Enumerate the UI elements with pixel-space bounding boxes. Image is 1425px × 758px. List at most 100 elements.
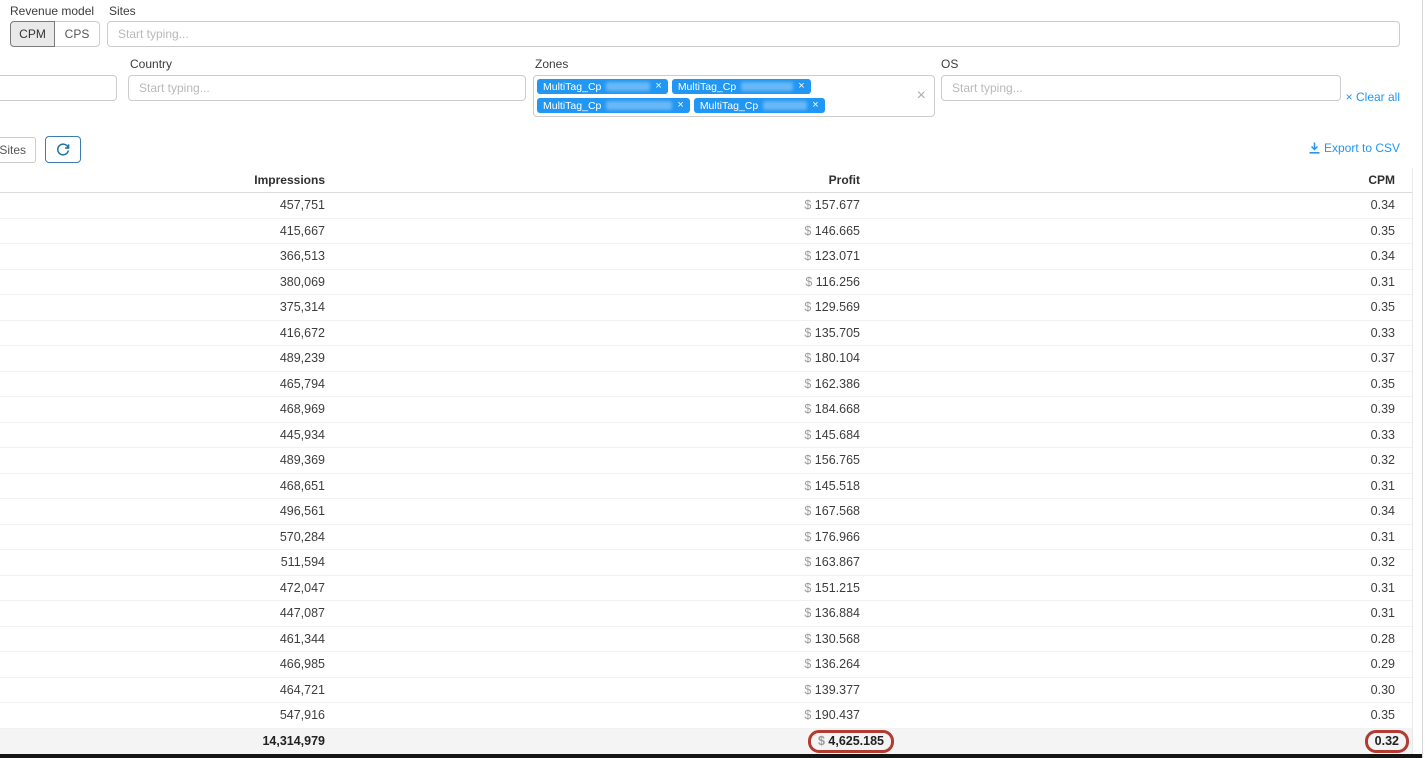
cell-impressions: 468,969 (0, 402, 325, 416)
table-row: 468,651$ 145.5180.31 (0, 474, 1412, 500)
total-cpm: 0.32 (1375, 734, 1399, 748)
chip-remove-icon[interactable]: × (798, 81, 804, 92)
currency-symbol: $ (804, 657, 811, 671)
cell-profit: $ 139.377 (325, 683, 860, 697)
zones-chip-area: MultiTag_Cp×MultiTag_Cp×MultiTag_Cp×Mult… (537, 79, 908, 113)
cell-impressions: 447,087 (0, 606, 325, 620)
currency-symbol: $ (804, 249, 811, 263)
cell-cpm: 0.30 (860, 683, 1395, 697)
cell-cpm: 0.32 (860, 555, 1395, 569)
os-label: OS (941, 57, 958, 71)
cell-profit: $ 176.966 (325, 530, 860, 544)
clear-all-link[interactable]: × Clear all (1346, 90, 1400, 104)
currency-symbol: $ (804, 555, 811, 569)
cell-profit: $ 157.677 (325, 198, 860, 212)
export-to-csv-link[interactable]: Export to CSV (1309, 141, 1400, 155)
clear-all-x-icon: × (1346, 90, 1353, 104)
table-row: 447,087$ 136.8840.31 (0, 601, 1412, 627)
country-label: Country (130, 57, 172, 71)
table-right-border (1412, 168, 1413, 754)
table-header-row: Impressions Profit CPM (0, 168, 1412, 193)
cell-impressions: 366,513 (0, 249, 325, 263)
cell-profit: $ 129.569 (325, 300, 860, 314)
currency-symbol: $ (804, 581, 811, 595)
table-row: 511,594$ 163.8670.32 (0, 550, 1412, 576)
cell-profit: $ 184.668 (325, 402, 860, 416)
revenue-model-label: Revenue model (10, 4, 94, 18)
currency-symbol: $ (804, 708, 811, 722)
table-row: 445,934$ 145.6840.33 (0, 423, 1412, 449)
cell-profit: $ 146.665 (325, 224, 860, 238)
zone-chip-label: MultiTag_Cp (543, 81, 601, 93)
cell-impressions: 466,985 (0, 657, 325, 671)
table-row: 465,794$ 162.3860.35 (0, 372, 1412, 398)
cell-profit: $ 130.568 (325, 632, 860, 646)
cell-impressions: 415,667 (0, 224, 325, 238)
revenue-model-toggle: CPM CPS (10, 21, 100, 47)
sites-input[interactable] (107, 21, 1400, 47)
cpm-toggle-button[interactable]: CPM (10, 21, 55, 47)
download-icon (1309, 142, 1320, 154)
currency-symbol: $ (804, 606, 811, 620)
zones-clear-icon[interactable]: × (917, 88, 926, 104)
cell-impressions: 465,794 (0, 377, 325, 391)
zone-chip-redacted-text (606, 101, 672, 110)
currency-symbol: $ (804, 479, 811, 493)
zone-chip-label: MultiTag_Cp (678, 81, 736, 93)
cell-cpm: 0.31 (860, 530, 1395, 544)
sites-tab-button[interactable]: Sites (0, 137, 36, 163)
cell-cpm: 0.37 (860, 351, 1395, 365)
table-body: 457,751$ 157.6770.34415,667$ 146.6650.35… (0, 193, 1412, 729)
cell-cpm: 0.29 (860, 657, 1395, 671)
annotation-profit-total: $ 4,625.185 (808, 730, 894, 753)
zone-chip[interactable]: MultiTag_Cp× (694, 98, 825, 113)
chip-remove-icon[interactable]: × (812, 100, 818, 111)
country-input[interactable] (128, 75, 526, 101)
currency-symbol: $ (804, 300, 811, 314)
annotation-cpm-total: 0.32 (1365, 730, 1409, 753)
currency-symbol: $ (804, 632, 811, 646)
cell-profit: $ 136.264 (325, 657, 860, 671)
page-right-edge (1422, 0, 1423, 758)
cell-impressions: 464,721 (0, 683, 325, 697)
currency-symbol: $ (804, 683, 811, 697)
table-row: 415,667$ 146.6650.35 (0, 219, 1412, 245)
currency-symbol: $ (804, 504, 811, 518)
refresh-button[interactable] (45, 136, 81, 163)
table-row: 547,916$ 190.4370.35 (0, 703, 1412, 729)
sites-label: Sites (109, 4, 136, 18)
statistics-page: Revenue model CPM CPS Sites Country Zone… (0, 0, 1425, 758)
cell-cpm: 0.33 (860, 326, 1395, 340)
cell-profit: $ 167.568 (325, 504, 860, 518)
cell-profit: $ 163.867 (325, 555, 860, 569)
left-cropped-input[interactable] (0, 75, 117, 101)
cps-toggle-button[interactable]: CPS (55, 21, 100, 47)
cell-cpm: 0.33 (860, 428, 1395, 442)
cell-impressions: 380,069 (0, 275, 325, 289)
table-row: 489,239$ 180.1040.37 (0, 346, 1412, 372)
chip-remove-icon[interactable]: × (677, 100, 683, 111)
cell-impressions: 375,314 (0, 300, 325, 314)
cell-profit: $ 123.071 (325, 249, 860, 263)
os-input[interactable] (941, 75, 1341, 101)
cell-impressions: 468,651 (0, 479, 325, 493)
zone-chip[interactable]: MultiTag_Cp × (672, 79, 811, 94)
zone-chip-redacted-text (741, 82, 793, 91)
table-row: 380,069$ 116.2560.31 (0, 270, 1412, 296)
cell-impressions: 489,239 (0, 351, 325, 365)
zone-chip[interactable]: MultiTag_Cp × (537, 79, 668, 94)
cell-profit: $ 136.884 (325, 606, 860, 620)
zones-multiselect[interactable]: MultiTag_Cp×MultiTag_Cp×MultiTag_Cp×Mult… (533, 75, 935, 117)
cell-profit: $ 135.705 (325, 326, 860, 340)
zone-chip[interactable]: MultiTag_Cp× (537, 98, 690, 113)
table-row: 366,513$ 123.0710.34 (0, 244, 1412, 270)
clear-all-label: Clear all (1356, 90, 1400, 104)
chip-remove-icon[interactable]: × (655, 81, 661, 92)
total-profit: 4,625.185 (828, 734, 884, 748)
currency-symbol: $ (804, 326, 811, 340)
total-impressions: 14,314,979 (0, 734, 325, 748)
cell-impressions: 457,751 (0, 198, 325, 212)
cell-profit: $ 145.518 (325, 479, 860, 493)
column-header-profit: Profit (325, 173, 860, 187)
table-row: 468,969$ 184.6680.39 (0, 397, 1412, 423)
